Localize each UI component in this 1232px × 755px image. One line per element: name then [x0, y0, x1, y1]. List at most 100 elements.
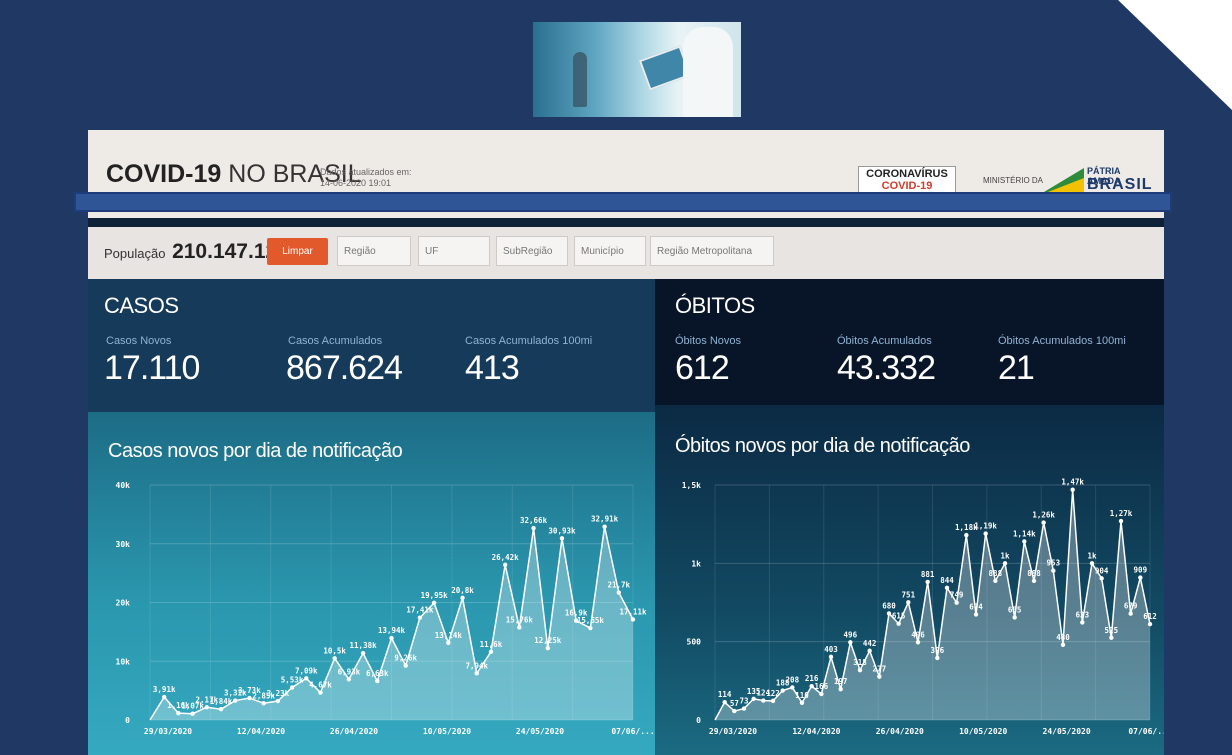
data-point[interactable] — [732, 708, 737, 714]
data-label: 32,91k — [591, 515, 619, 524]
data-point[interactable] — [741, 706, 747, 711]
data-point[interactable] — [304, 676, 309, 681]
coronavirus-logo[interactable]: CORONAVÍRUS COVID-19 — [858, 166, 956, 194]
data-point[interactable] — [1012, 615, 1017, 620]
casos-novos-value: 17.110 — [104, 349, 200, 387]
data-point[interactable] — [722, 699, 727, 705]
data-point[interactable] — [1031, 578, 1037, 584]
data-point[interactable] — [403, 663, 408, 668]
data-point[interactable] — [1080, 620, 1085, 625]
data-point[interactable] — [460, 595, 465, 600]
updated-value: 14-06-2020 19:01 — [320, 178, 392, 188]
municipio-select[interactable]: Município — [574, 236, 646, 266]
data-point[interactable] — [780, 688, 785, 693]
data-point[interactable] — [1070, 487, 1075, 492]
data-point[interactable] — [417, 615, 423, 620]
data-point[interactable] — [819, 691, 824, 697]
data-point[interactable] — [1041, 520, 1046, 525]
data-point[interactable] — [233, 698, 238, 703]
data-point[interactable] — [289, 685, 295, 690]
data-point[interactable] — [247, 695, 252, 701]
data-point[interactable] — [176, 710, 181, 716]
data-point[interactable] — [993, 578, 998, 584]
data-point[interactable] — [162, 694, 167, 700]
data-point[interactable] — [545, 645, 550, 651]
data-point[interactable] — [517, 625, 522, 630]
data-point[interactable] — [983, 531, 988, 536]
data-point[interactable] — [828, 654, 834, 660]
data-point[interactable] — [770, 698, 776, 704]
data-point[interactable] — [602, 524, 607, 529]
data-point[interactable] — [318, 690, 323, 695]
data-point[interactable] — [896, 621, 901, 626]
data-point[interactable] — [1022, 539, 1027, 544]
data-point[interactable] — [474, 671, 479, 676]
data-point[interactable] — [973, 612, 979, 617]
x-tick-label: 26/04/2020 — [876, 727, 924, 736]
data-point[interactable] — [1060, 642, 1066, 647]
data-point[interactable] — [502, 562, 508, 567]
data-label: 73 — [739, 697, 749, 706]
data-point[interactable] — [261, 701, 266, 706]
data-point[interactable] — [630, 617, 636, 622]
data-point[interactable] — [935, 655, 940, 661]
data-point[interactable] — [559, 536, 565, 541]
data-point[interactable] — [877, 674, 882, 679]
corona-sub: COVID-19 — [881, 180, 933, 192]
photo-doctor — [683, 27, 733, 117]
data-point[interactable] — [751, 696, 756, 702]
x-tick-label: 29/03/2020 — [709, 727, 757, 736]
data-point[interactable] — [1089, 561, 1095, 566]
data-point[interactable] — [588, 625, 593, 631]
uf-select[interactable]: UF — [418, 236, 490, 266]
data-point[interactable] — [488, 649, 494, 655]
data-point[interactable] — [915, 640, 921, 645]
data-point[interactable] — [204, 705, 210, 710]
regiao-metropolitana-select[interactable]: Região Metropolitana — [650, 236, 774, 266]
data-point[interactable] — [886, 611, 892, 616]
data-point[interactable] — [360, 650, 366, 656]
data-label: 10,5k — [323, 646, 346, 655]
data-point[interactable] — [446, 640, 451, 646]
data-point[interactable] — [964, 532, 969, 538]
data-label: 4,67k — [309, 681, 332, 690]
data-point[interactable] — [790, 685, 795, 690]
data-point[interactable] — [275, 698, 281, 704]
data-point[interactable] — [867, 648, 872, 653]
data-label: 674 — [969, 602, 983, 611]
data-point[interactable] — [1099, 576, 1104, 581]
data-point[interactable] — [954, 600, 959, 605]
data-point[interactable] — [906, 600, 911, 605]
data-label: 26,42k — [492, 553, 520, 562]
data-point[interactable] — [1109, 635, 1114, 640]
subregiao-select[interactable]: SubRegião — [496, 236, 568, 266]
data-point[interactable] — [616, 590, 621, 595]
data-point[interactable] — [1138, 575, 1143, 580]
regiao-select[interactable]: Região — [337, 236, 411, 266]
data-point[interactable] — [531, 525, 536, 531]
data-point[interactable] — [857, 667, 863, 673]
data-point[interactable] — [375, 678, 380, 684]
data-point[interactable] — [332, 656, 337, 661]
data-point[interactable] — [346, 677, 352, 682]
data-point[interactable] — [1118, 518, 1124, 524]
data-point[interactable] — [1051, 568, 1056, 573]
data-point[interactable] — [925, 579, 930, 585]
data-point[interactable] — [944, 585, 950, 590]
data-point[interactable] — [848, 640, 853, 645]
data-point[interactable] — [1147, 621, 1153, 627]
clear-button[interactable]: Limpar — [267, 238, 328, 265]
data-point[interactable] — [389, 635, 394, 641]
obitos-acumulados-label: Óbitos Acumulados — [837, 335, 932, 347]
data-point[interactable] — [190, 711, 195, 716]
data-point[interactable] — [809, 683, 814, 689]
data-point[interactable] — [838, 686, 843, 692]
data-label: 122 — [766, 689, 780, 698]
data-point[interactable] — [431, 600, 437, 605]
data-point[interactable] — [218, 706, 224, 712]
data-point[interactable] — [1128, 611, 1133, 616]
data-point[interactable] — [761, 698, 766, 703]
data-point[interactable] — [1002, 561, 1008, 566]
obitos-panel: ÓBITOS Óbitos Novos 612 Óbitos Acumulado… — [655, 279, 1164, 405]
data-point[interactable] — [799, 700, 805, 705]
